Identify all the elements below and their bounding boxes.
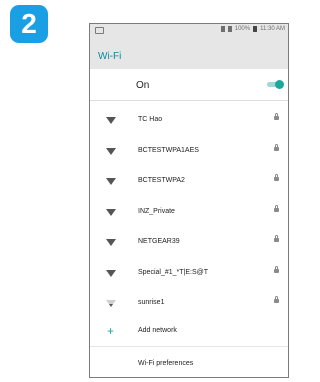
- lock-icon: [274, 204, 279, 212]
- network-row[interactable]: TC Hao: [90, 106, 288, 137]
- signal-icon: [227, 26, 232, 32]
- add-network-label: Add network: [138, 327, 177, 334]
- network-row[interactable]: sunrise1: [90, 289, 288, 320]
- network-row[interactable]: NETGEAR39: [90, 228, 288, 259]
- network-name: BCTESTWPA2: [138, 177, 185, 184]
- app-header: 100% 11:30 AM Wi-Fi: [90, 24, 288, 69]
- network-row[interactable]: Special_#1_*T|E:S@T: [90, 259, 288, 290]
- wifi-signal-icon: [106, 239, 116, 246]
- network-name: NETGEAR39: [138, 238, 180, 245]
- wifi-toggle-row[interactable]: On: [90, 69, 288, 100]
- wifi-signal-icon: [106, 178, 116, 185]
- wifi-toggle-switch[interactable]: [267, 80, 284, 89]
- page-title: Wi-Fi: [98, 51, 122, 62]
- lock-icon: [274, 235, 279, 242]
- status-indicators: 100% 11:30 AM: [220, 26, 285, 32]
- network-row[interactable]: BCTESTWPA1AES: [90, 137, 288, 168]
- network-name: INZ_Private: [138, 207, 175, 215]
- wifi-weak-signal-icon: [106, 300, 116, 307]
- step-number-badge: 2: [10, 5, 48, 43]
- plus-icon: +: [107, 324, 115, 338]
- battery-icon: [253, 26, 258, 32]
- add-network-row[interactable]: + Add network: [90, 320, 288, 344]
- bluetooth-icon: [220, 26, 225, 32]
- network-name: BCTESTWPA1AES: [138, 146, 199, 154]
- wifi-signal-icon: [106, 147, 116, 155]
- lock-icon: [274, 174, 279, 181]
- network-list: TC Hao BCTESTWPA1AES BCTESTWPA2 INZ_Priv…: [90, 106, 288, 320]
- network-name: TC Hao: [138, 116, 163, 123]
- network-name: sunrise1: [138, 299, 165, 306]
- status-bar: 100% 11:30 AM: [90, 24, 288, 37]
- lock-icon: [274, 296, 279, 303]
- toggle-thumb: [275, 80, 284, 89]
- lock-icon: [274, 265, 279, 273]
- wifi-preferences-label: Wi-Fi preferences: [138, 360, 194, 367]
- wifi-toggle-label: On: [136, 80, 150, 91]
- wifi-signal-icon: [106, 269, 116, 277]
- wifi-signal-icon: [106, 117, 116, 124]
- network-row[interactable]: BCTESTWPA2: [90, 167, 288, 198]
- lock-icon: [274, 143, 279, 151]
- lock-icon: [274, 113, 279, 120]
- wifi-signal-icon: [106, 208, 116, 216]
- notification-icon: [95, 27, 104, 34]
- phone-screen: 100% 11:30 AM Wi-Fi On TC Hao BCTESTWPA1…: [89, 23, 289, 378]
- battery-percent: 100%: [234, 26, 251, 32]
- divider: [90, 346, 288, 347]
- divider: [90, 100, 288, 101]
- network-row[interactable]: INZ_Private: [90, 198, 288, 229]
- network-name: Special_#1_*T|E:S@T: [138, 268, 209, 276]
- clock: 11:30 AM: [260, 26, 285, 32]
- wifi-preferences-row[interactable]: Wi-Fi preferences: [90, 354, 288, 374]
